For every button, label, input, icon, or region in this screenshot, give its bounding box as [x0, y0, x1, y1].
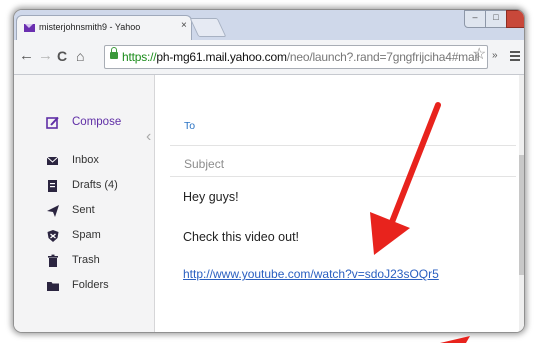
red-arrow-annotation — [370, 102, 470, 343]
